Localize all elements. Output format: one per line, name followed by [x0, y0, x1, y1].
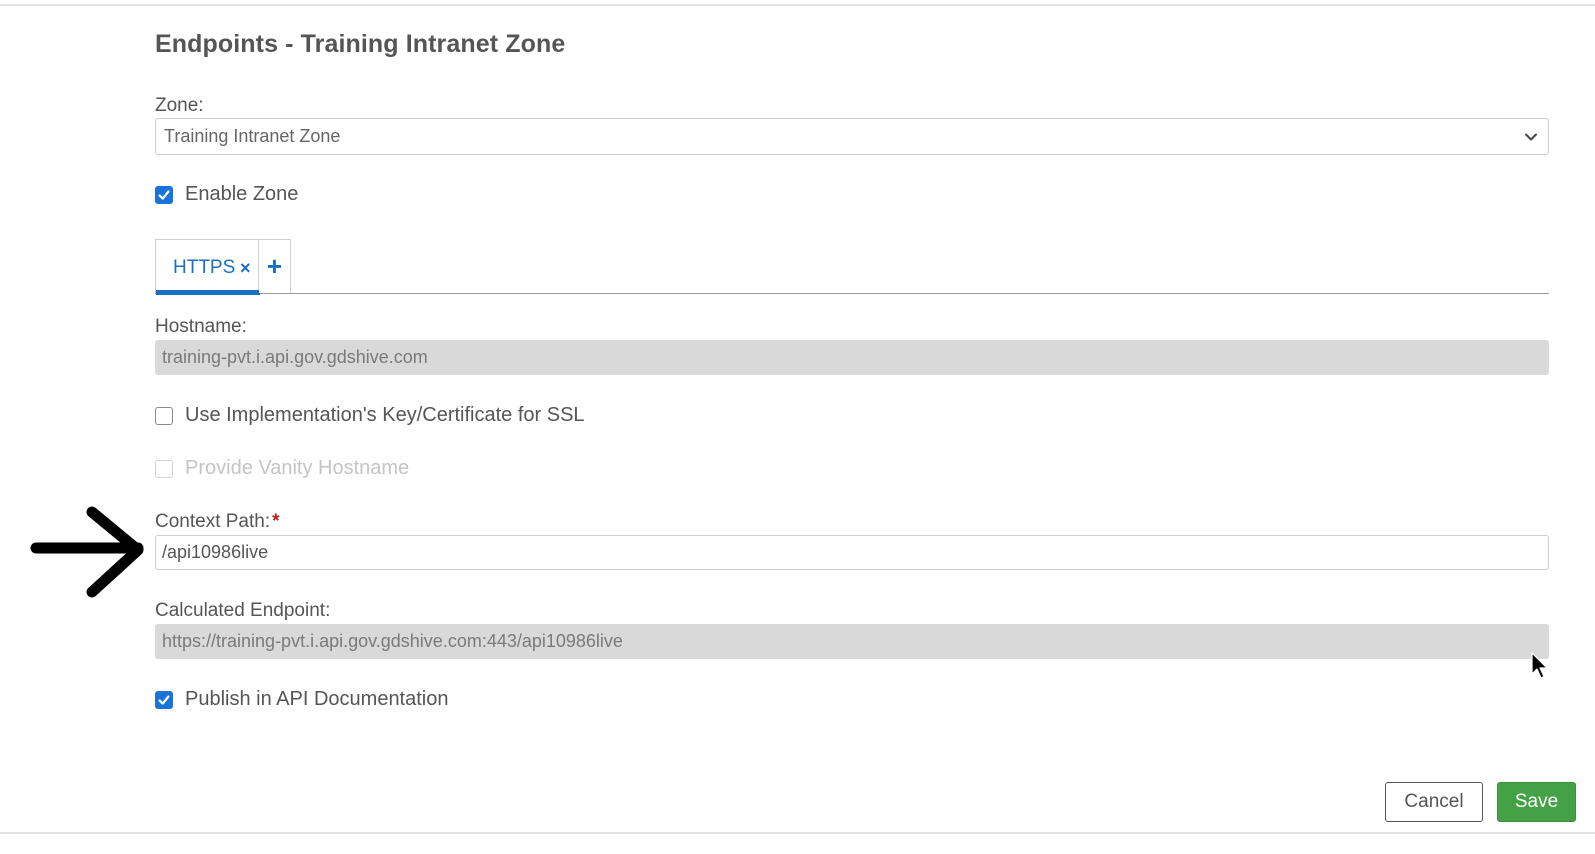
tab-active-indicator: [156, 290, 260, 295]
enable-zone-row[interactable]: Enable Zone: [155, 183, 298, 206]
required-marker: *: [272, 511, 280, 532]
tab-https-label: HTTPS: [173, 257, 236, 278]
use-impl-key-label: Use Implementation's Key/Certificate for…: [185, 404, 585, 426]
vanity-hostname-label: Provide Vanity Hostname: [185, 457, 410, 479]
use-impl-key-row[interactable]: Use Implementation's Key/Certificate for…: [155, 404, 585, 427]
use-impl-key-checkbox[interactable]: [155, 406, 173, 425]
arrow-right-icon: [30, 506, 144, 598]
chevron-down-icon: [1525, 133, 1537, 141]
context-path-input[interactable]: [155, 535, 1549, 570]
calculated-endpoint-label: Calculated Endpoint:: [155, 600, 331, 621]
enable-zone-label: Enable Zone: [185, 183, 299, 205]
tab-https[interactable]: HTTPS ×: [155, 239, 260, 295]
enable-zone-checkbox[interactable]: [155, 185, 173, 204]
check-icon: [158, 189, 170, 200]
hostname-field: [155, 340, 1549, 375]
publish-docs-label: Publish in API Documentation: [185, 688, 449, 710]
vanity-hostname-checkbox: [155, 459, 173, 478]
publish-docs-checkbox[interactable]: [155, 690, 173, 709]
add-tab-button[interactable]: +: [259, 239, 291, 293]
check-icon: [158, 694, 170, 705]
publish-docs-row[interactable]: Publish in API Documentation: [155, 688, 449, 711]
close-icon[interactable]: ×: [240, 258, 251, 279]
save-button[interactable]: Save: [1497, 782, 1576, 822]
cancel-button[interactable]: Cancel: [1385, 782, 1483, 822]
zone-select-value: Training Intranet Zone: [164, 126, 341, 146]
hostname-label: Hostname:: [155, 316, 247, 337]
zone-select[interactable]: Training Intranet Zone: [155, 118, 1549, 155]
zone-label: Zone:: [155, 95, 204, 116]
vanity-hostname-row: Provide Vanity Hostname: [155, 457, 409, 480]
dialog-title: Endpoints - Training Intranet Zone: [155, 30, 566, 58]
mouse-cursor-icon: [1531, 652, 1548, 679]
bottom-divider: [0, 832, 1595, 834]
context-path-label-text: Context Path:: [155, 511, 271, 532]
context-path-label: Context Path: *: [155, 511, 280, 533]
calculated-endpoint-field: [155, 624, 1549, 659]
tabs-baseline: [155, 293, 1549, 294]
top-divider: [0, 4, 1595, 6]
